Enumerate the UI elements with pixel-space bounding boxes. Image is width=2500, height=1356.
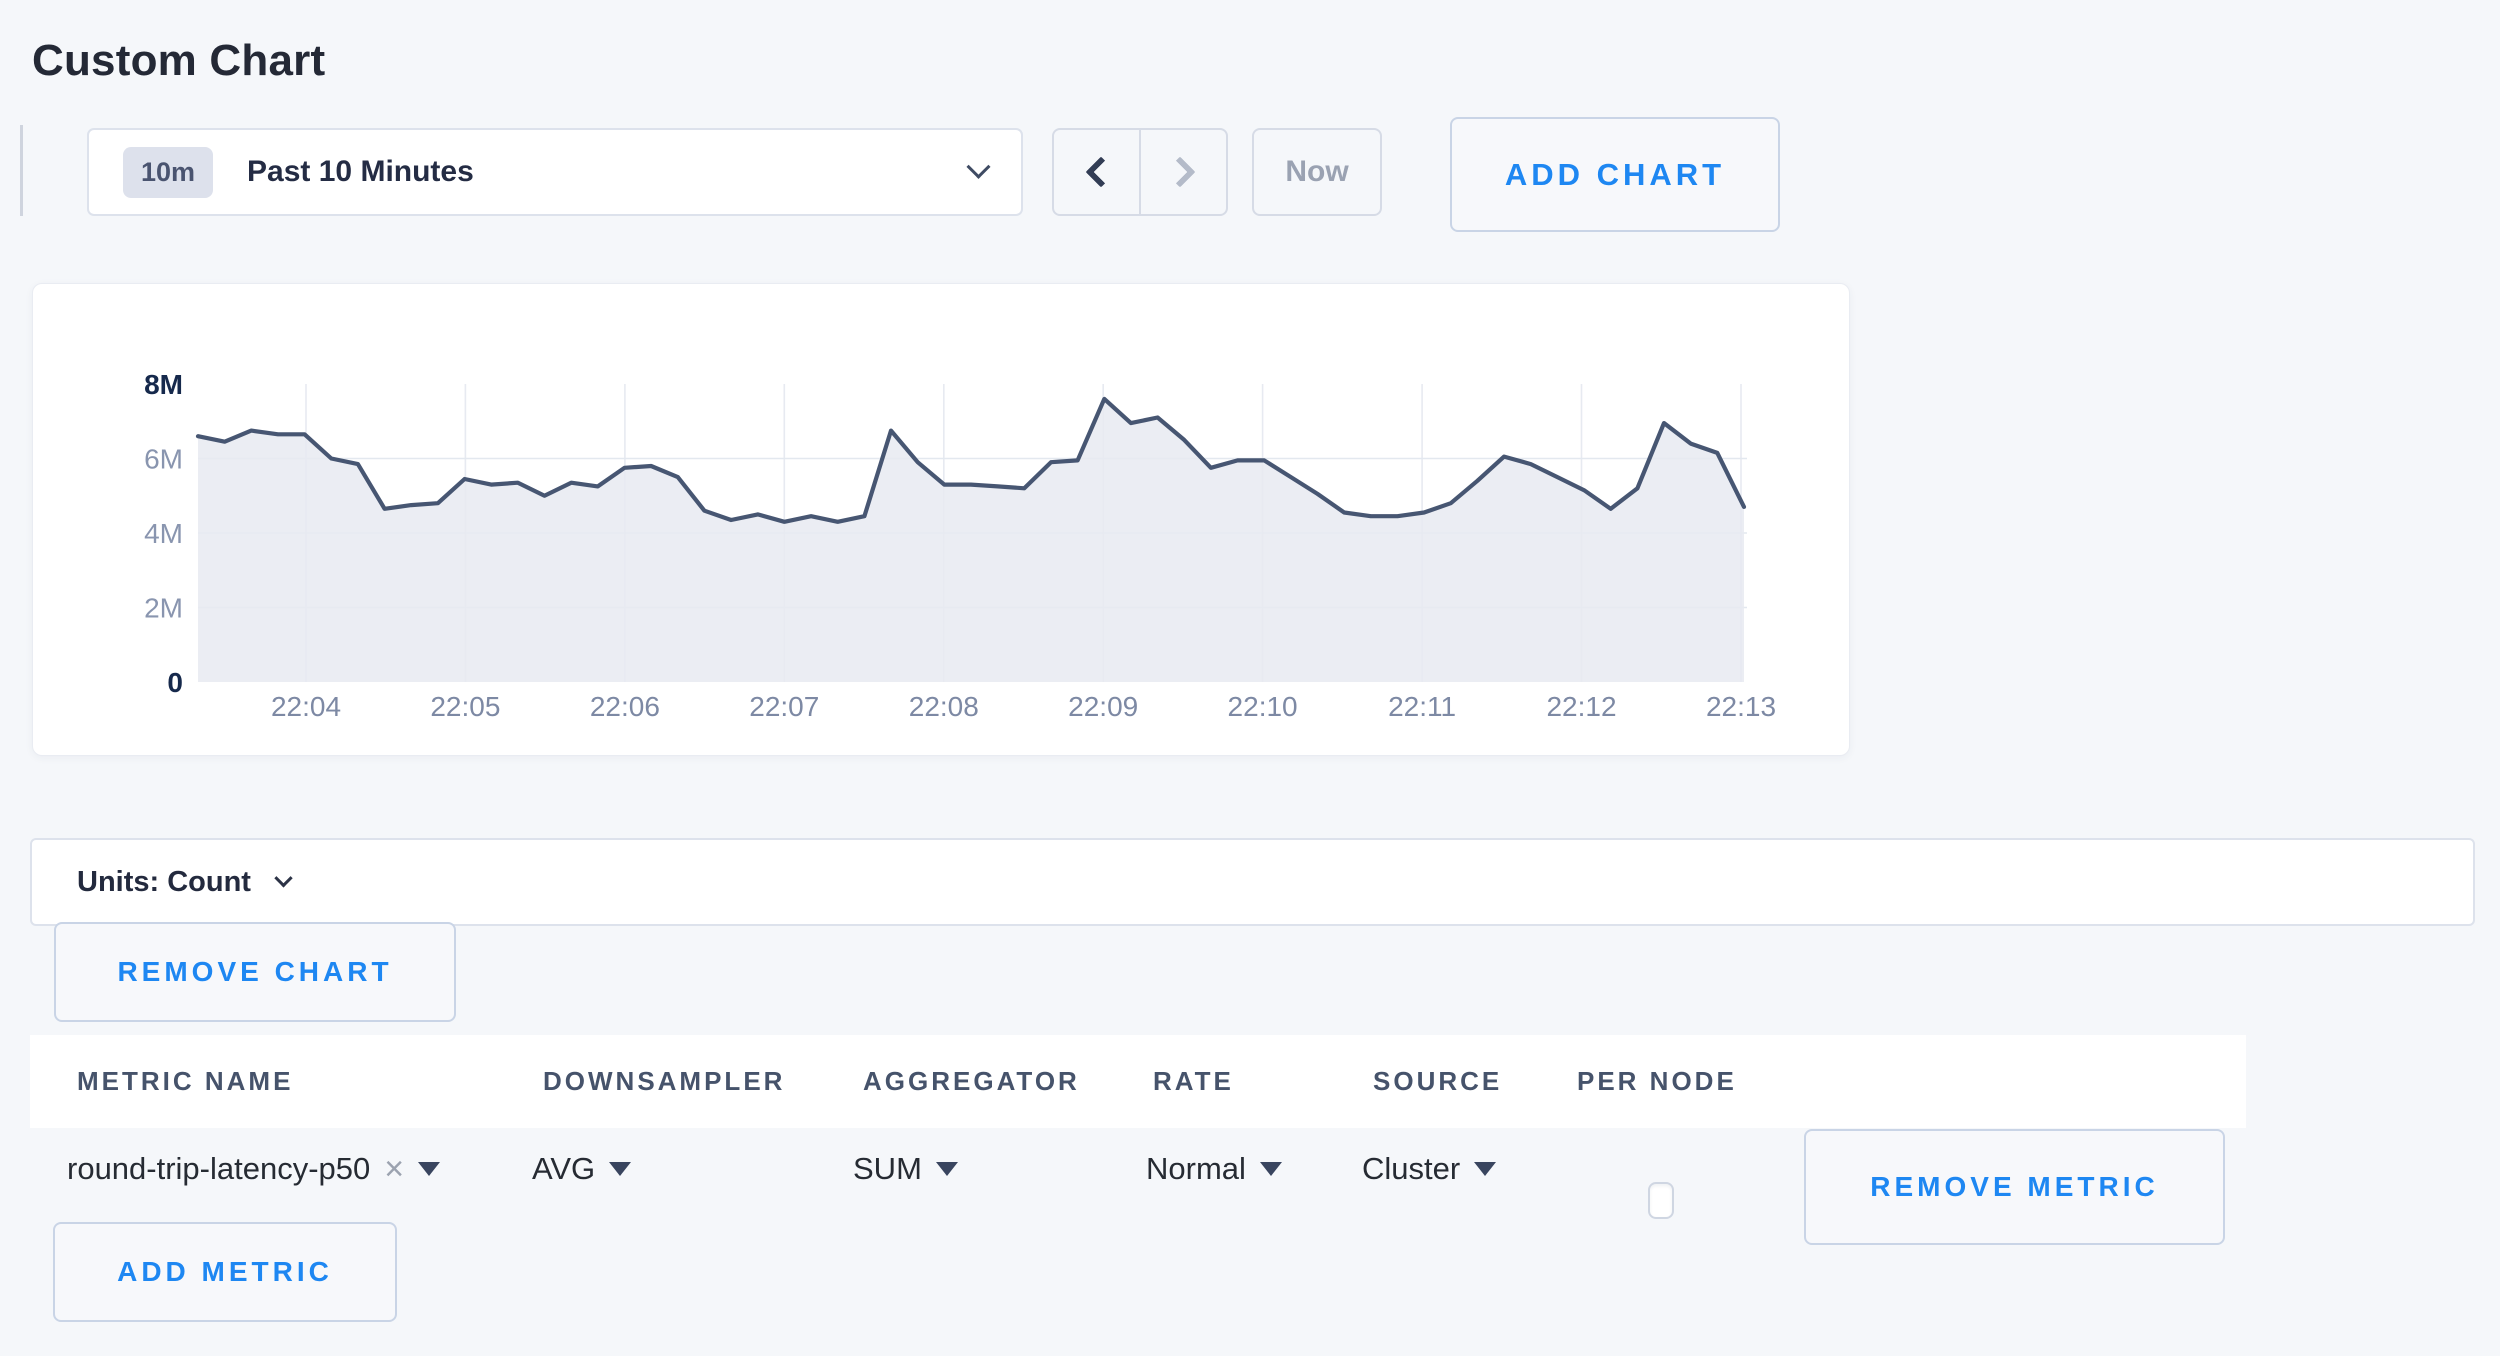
rate-value: Normal [1146, 1151, 1246, 1187]
chevron-down-icon [274, 869, 292, 887]
caret-down-icon [936, 1162, 958, 1176]
downsampler-dropdown[interactable]: AVG [532, 1128, 631, 1210]
svg-text:22:07: 22:07 [749, 691, 819, 722]
svg-text:22:09: 22:09 [1068, 691, 1138, 722]
toolbar-accent-bar [20, 125, 23, 216]
column-header-per-node: PER NODE [1577, 1066, 1737, 1097]
page-title: Custom Chart [32, 36, 325, 86]
caret-down-icon [418, 1162, 440, 1176]
svg-text:22:13: 22:13 [1706, 691, 1776, 722]
column-header-source: SOURCE [1373, 1066, 1502, 1097]
chevron-right-icon [1164, 156, 1195, 187]
caret-down-icon [1260, 1162, 1282, 1176]
svg-text:22:11: 22:11 [1388, 691, 1456, 722]
aggregator-dropdown[interactable]: SUM [853, 1128, 958, 1210]
svg-text:0: 0 [167, 667, 183, 698]
add-chart-button[interactable]: ADD CHART [1450, 117, 1780, 232]
now-button[interactable]: Now [1252, 128, 1382, 216]
units-dropdown[interactable]: Units: Count [30, 838, 2475, 926]
caret-down-icon [1474, 1162, 1496, 1176]
svg-text:22:08: 22:08 [909, 691, 979, 722]
column-header-aggregator: AGGREGATOR [863, 1066, 1080, 1097]
rate-dropdown[interactable]: Normal [1146, 1128, 1282, 1210]
column-header-rate: RATE [1153, 1066, 1234, 1097]
caret-down-icon [609, 1162, 631, 1176]
column-header-metric-name: METRIC NAME [77, 1066, 293, 1097]
svg-text:22:05: 22:05 [430, 691, 500, 722]
svg-text:22:10: 22:10 [1228, 691, 1298, 722]
source-dropdown[interactable]: Cluster [1362, 1128, 1496, 1210]
time-forward-button[interactable] [1139, 130, 1226, 214]
add-metric-button[interactable]: ADD METRIC [53, 1222, 397, 1322]
svg-text:6M: 6M [144, 444, 183, 475]
aggregator-value: SUM [853, 1151, 922, 1187]
chevron-down-icon [966, 154, 990, 178]
downsampler-value: AVG [532, 1151, 595, 1187]
svg-text:2M: 2M [144, 593, 183, 624]
units-label: Units: Count [77, 866, 251, 899]
chevron-left-icon [1085, 156, 1116, 187]
time-window-badge: 10m [123, 147, 213, 198]
svg-text:8M: 8M [144, 369, 183, 400]
time-window-dropdown[interactable]: 10m Past 10 Minutes [87, 128, 1023, 216]
per-node-checkbox[interactable] [1648, 1182, 1674, 1219]
metric-name-dropdown[interactable]: round-trip-latency-p50 × [67, 1128, 440, 1210]
time-back-button[interactable] [1054, 130, 1139, 214]
source-value: Cluster [1362, 1151, 1460, 1187]
remove-tag-icon[interactable]: × [384, 1152, 404, 1186]
column-header-downsampler: DOWNSAMPLER [543, 1066, 785, 1097]
time-step-buttons [1052, 128, 1228, 216]
custom-chart-card: 22:04 22:05 22:06 22:07 22:08 22:09 22:10 22:11… [32, 283, 1850, 756]
svg-text:22:06: 22:06 [590, 691, 660, 722]
metrics-table-header: METRIC NAME DOWNSAMPLER AGGREGATOR RATE … [30, 1035, 2246, 1128]
svg-text:4M: 4M [144, 518, 183, 549]
svg-text:22:04: 22:04 [271, 691, 341, 722]
remove-metric-button[interactable]: REMOVE METRIC [1804, 1129, 2225, 1245]
svg-text:22:12: 22:12 [1546, 691, 1616, 722]
time-window-label: Past 10 Minutes [247, 155, 474, 189]
latency-area-chart: 22:04 22:05 22:06 22:07 22:08 22:09 22:10 22:11… [33, 284, 1851, 757]
metric-name-value: round-trip-latency-p50 [67, 1151, 370, 1187]
remove-chart-button[interactable]: REMOVE CHART [54, 922, 456, 1022]
